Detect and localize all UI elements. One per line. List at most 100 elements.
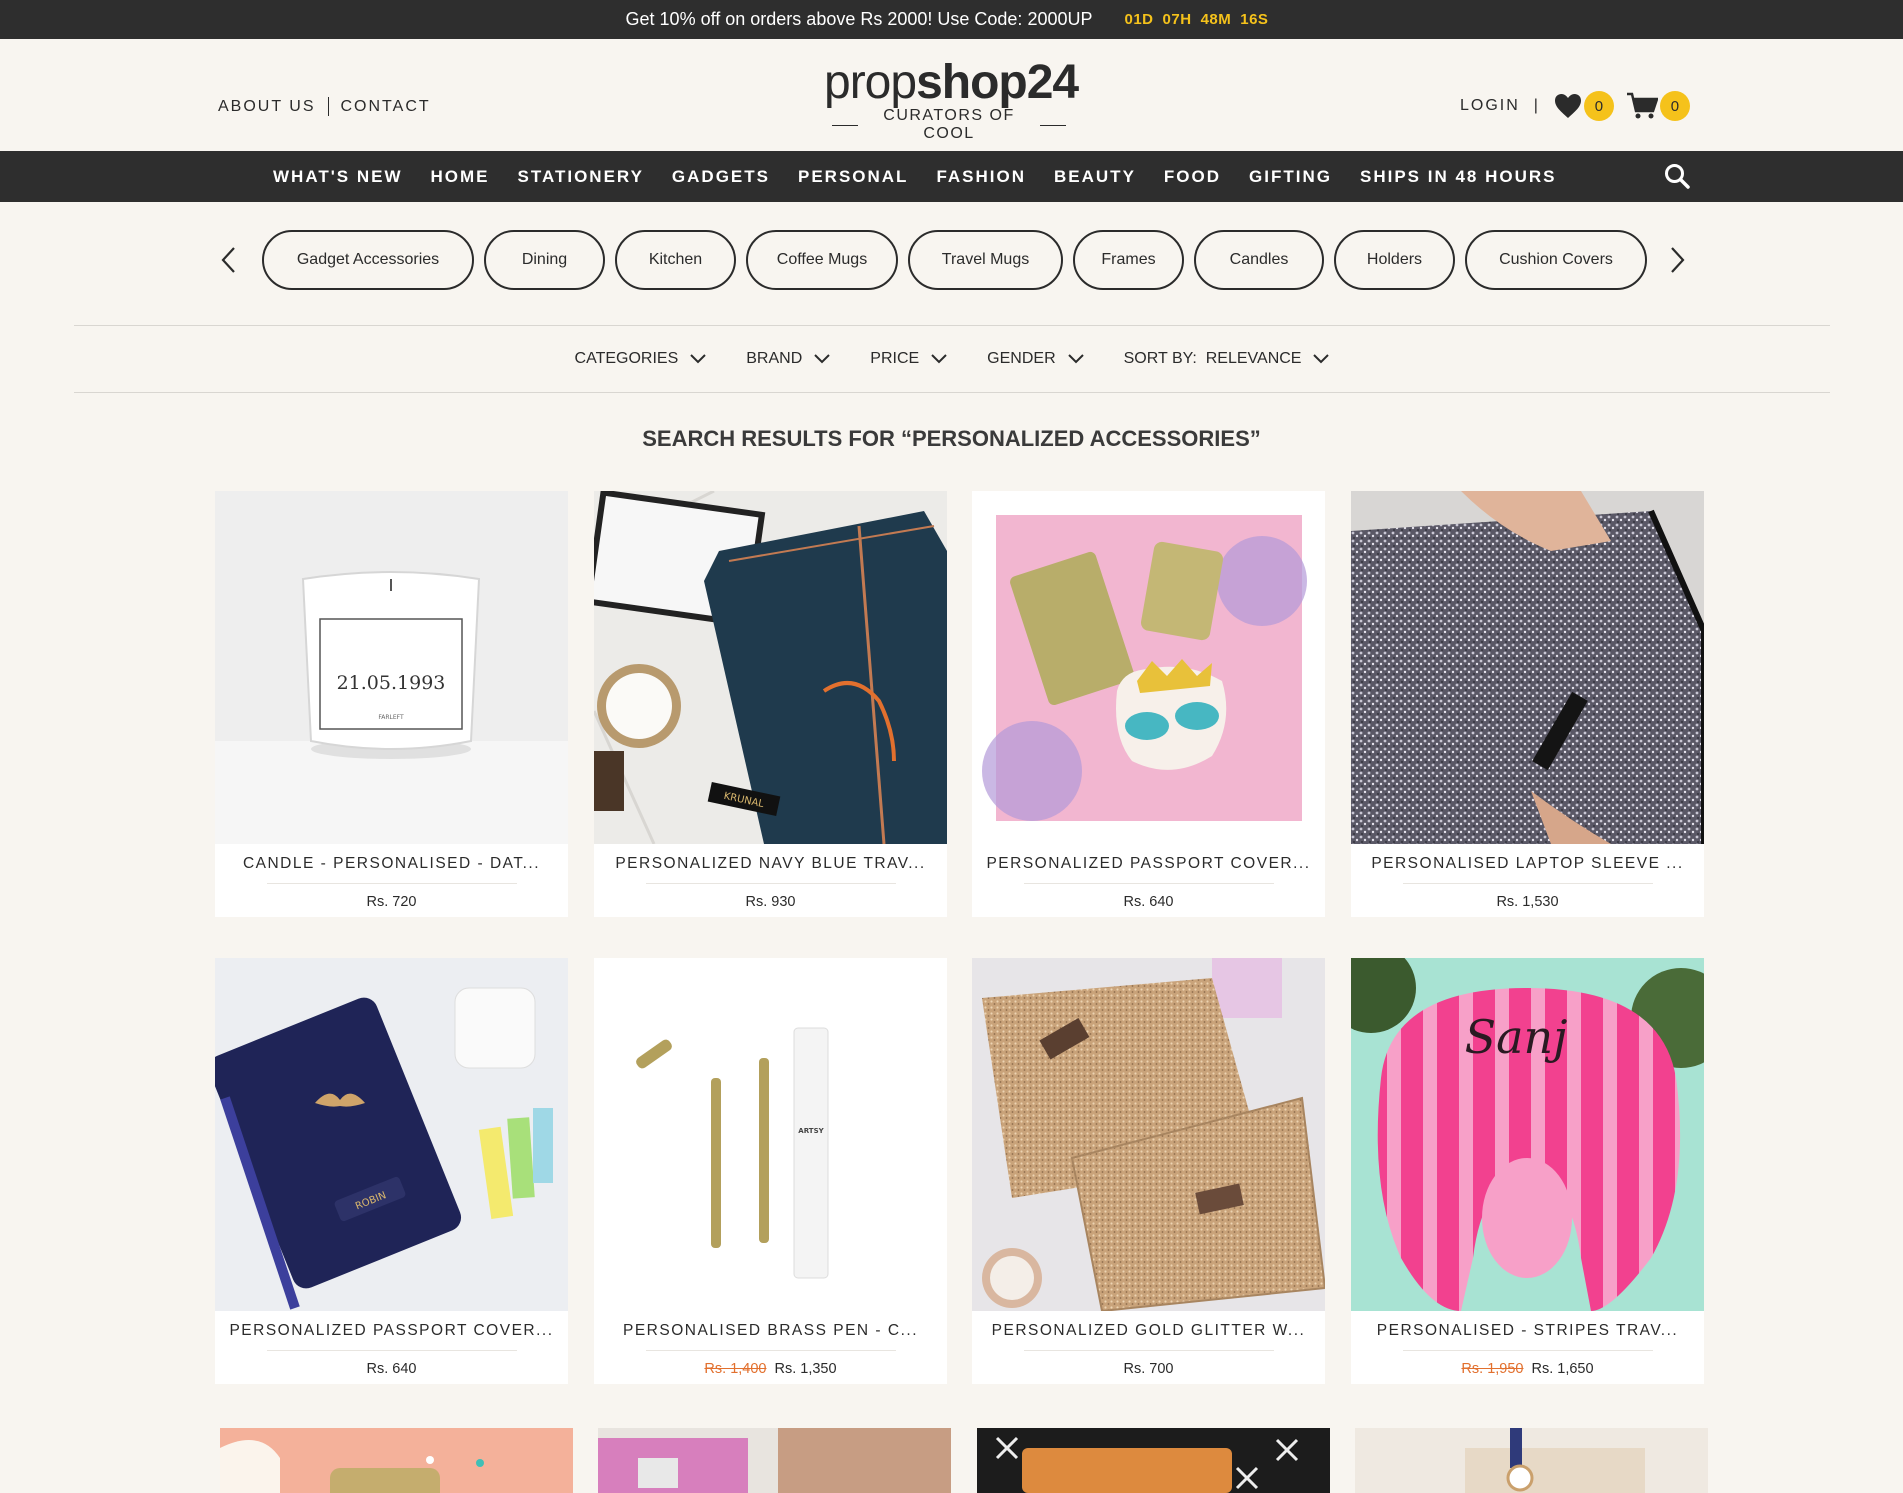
divider xyxy=(327,97,329,116)
product-image[interactable] xyxy=(220,1428,573,1493)
announcement-bar: Get 10% off on orders above Rs 2000! Use… xyxy=(0,0,1903,39)
nav-personal[interactable]: PERSONAL xyxy=(798,167,908,187)
brand-filter[interactable]: BRAND xyxy=(746,350,830,368)
product-card-partial[interactable] xyxy=(220,1428,573,1493)
price-filter-label: PRICE xyxy=(870,350,920,367)
product-card[interactable]: ARTSY PERSONALISED BRASS PEN - C... Rs. … xyxy=(594,958,947,1384)
product-name[interactable]: PERSONALISED BRASS PEN - C... xyxy=(594,1322,947,1340)
product-price: Rs. 1,530 xyxy=(1351,894,1704,910)
chip-gadget-accessories[interactable]: Gadget Accessories xyxy=(262,230,474,290)
chevron-down-icon xyxy=(690,354,706,364)
chevron-right-icon xyxy=(1671,247,1685,273)
gender-filter[interactable]: GENDER xyxy=(987,350,1084,368)
product-name[interactable]: PERSONALIZED GOLD GLITTER W... xyxy=(972,1322,1325,1340)
login-link[interactable]: LOGIN xyxy=(1460,97,1520,115)
chip-travel-mugs[interactable]: Travel Mugs xyxy=(908,230,1063,290)
product-price: Rs. 930 xyxy=(594,894,947,910)
product-image[interactable] xyxy=(972,958,1325,1311)
product-card[interactable]: PERSONALISED LAPTOP SLEEVE ... Rs. 1,530 xyxy=(1351,491,1704,917)
pen-brand-text: ARTSY xyxy=(798,1127,824,1135)
product-name[interactable]: PERSONALISED LAPTOP SLEEVE ... xyxy=(1351,855,1704,873)
nav-whats-new[interactable]: WHAT'S NEW xyxy=(273,167,403,187)
nav-ships-48-hours[interactable]: SHIPS IN 48 HOURS xyxy=(1360,167,1557,187)
nav-beauty[interactable]: BEAUTY xyxy=(1054,167,1136,187)
nav-food[interactable]: FOOD xyxy=(1164,167,1221,187)
site-logo[interactable]: propshop24 CURATORS OF COOL xyxy=(824,56,1079,143)
sort-dropdown[interactable]: SORT BY: RELEVANCE xyxy=(1124,350,1330,368)
product-image[interactable]: Sanj xyxy=(1351,958,1704,1311)
product-price: Rs. 700 xyxy=(972,1361,1325,1377)
product-name[interactable]: PERSONALIZED PASSPORT COVER... xyxy=(215,1322,568,1340)
promo-message: Get 10% off on orders above Rs 2000! Use… xyxy=(625,9,1093,29)
product-image[interactable] xyxy=(977,1428,1330,1493)
product-card[interactable]: 21.05.1993 FARLEFT CANDLE - PERSONALISED… xyxy=(215,491,568,917)
nav-gifting[interactable]: GIFTING xyxy=(1249,167,1332,187)
product-card-partial[interactable] xyxy=(598,1428,951,1493)
product-price-current: Rs. 700 xyxy=(1123,1361,1174,1377)
product-card[interactable]: ROBIN PERSONALIZED PASSPORT COVER... Rs.… xyxy=(215,958,568,1384)
cart-button[interactable]: 0 xyxy=(1626,91,1690,121)
product-image[interactable]: ARTSY xyxy=(594,958,947,1311)
product-image[interactable] xyxy=(1355,1428,1708,1493)
logo-word-thin: prop xyxy=(824,56,917,109)
contact-link[interactable]: CONTACT xyxy=(341,98,431,116)
chevron-down-icon xyxy=(814,354,830,364)
pillow-name-text: Sanj xyxy=(1465,1010,1568,1064)
chip-coffee-mugs[interactable]: Coffee Mugs xyxy=(746,230,898,290)
product-card[interactable]: KRUNAL PERSONALIZED NAVY BLUE TRAV... Rs… xyxy=(594,491,947,917)
chip-frames[interactable]: Frames xyxy=(1073,230,1184,290)
heart-icon xyxy=(1554,94,1581,118)
product-name[interactable]: PERSONALIZED NAVY BLUE TRAV... xyxy=(594,855,947,873)
price-filter[interactable]: PRICE xyxy=(870,350,947,368)
account-area: LOGIN | 0 0 xyxy=(1460,91,1702,121)
wishlist-button[interactable]: 0 xyxy=(1554,91,1614,121)
product-image[interactable]: KRUNAL xyxy=(594,491,947,844)
product-name[interactable]: PERSONALIZED PASSPORT COVER... xyxy=(972,855,1325,873)
product-price-current: Rs. 720 xyxy=(366,894,417,910)
categories-filter[interactable]: CATEGORIES xyxy=(575,350,707,368)
chip-kitchen[interactable]: Kitchen xyxy=(615,230,736,290)
product-name[interactable]: PERSONALISED - STRIPES TRAV... xyxy=(1351,1322,1704,1340)
product-card-partial[interactable] xyxy=(1355,1428,1708,1493)
gender-filter-label: GENDER xyxy=(987,350,1056,367)
nav-gadgets[interactable]: GADGETS xyxy=(672,167,770,187)
product-price: Rs. 1,950 Rs. 1,650 xyxy=(1351,1361,1704,1377)
chevron-down-icon xyxy=(1313,354,1330,364)
chips-next-button[interactable] xyxy=(1663,240,1693,280)
header-links: ABOUT US CONTACT xyxy=(218,97,431,116)
product-name[interactable]: CANDLE - PERSONALISED - DAT... xyxy=(215,855,568,873)
product-image[interactable]: ROBIN xyxy=(215,958,568,1311)
product-image[interactable] xyxy=(1351,491,1704,844)
brand-filter-label: BRAND xyxy=(746,350,803,367)
product-card[interactable]: PERSONALIZED PASSPORT COVER... Rs. 640 xyxy=(972,491,1325,917)
login-divider: | xyxy=(1533,97,1540,114)
chevron-left-icon xyxy=(221,247,235,273)
candle-date-text: 21.05.1993 xyxy=(337,672,446,694)
product-card-partial[interactable] xyxy=(977,1428,1330,1493)
timer-seconds: 16S xyxy=(1240,11,1269,28)
product-price-old: Rs. 1,950 xyxy=(1461,1361,1524,1377)
product-image[interactable]: 21.05.1993 FARLEFT xyxy=(215,491,568,844)
chip-holders[interactable]: Holders xyxy=(1334,230,1455,290)
chip-dining[interactable]: Dining xyxy=(484,230,605,290)
about-us-link[interactable]: ABOUT US xyxy=(218,98,316,116)
chips-prev-button[interactable] xyxy=(213,240,243,280)
chip-candles[interactable]: Candles xyxy=(1194,230,1324,290)
site-header: ABOUT US CONTACT propshop24 CURATORS OF … xyxy=(0,39,1903,151)
search-button[interactable] xyxy=(1664,163,1690,194)
nav-stationery[interactable]: STATIONERY xyxy=(518,167,644,187)
product-price: Rs. 640 xyxy=(972,894,1325,910)
nav-fashion[interactable]: FASHION xyxy=(936,167,1026,187)
product-card[interactable]: PERSONALIZED GOLD GLITTER W... Rs. 700 xyxy=(972,958,1325,1384)
product-image[interactable] xyxy=(972,491,1325,844)
product-image[interactable] xyxy=(598,1428,951,1493)
sort-value: RELEVANCE xyxy=(1205,350,1302,367)
nav-home[interactable]: HOME xyxy=(431,167,490,187)
categories-filter-label: CATEGORIES xyxy=(574,350,679,367)
product-price-current: Rs. 640 xyxy=(1123,894,1174,910)
search-icon xyxy=(1665,164,1690,189)
cart-icon xyxy=(1626,92,1658,119)
product-card[interactable]: Sanj PERSONALISED - STRIPES TRAV... Rs. … xyxy=(1351,958,1704,1384)
product-price: Rs. 720 xyxy=(215,894,568,910)
chip-cushion-covers[interactable]: Cushion Covers xyxy=(1465,230,1647,290)
